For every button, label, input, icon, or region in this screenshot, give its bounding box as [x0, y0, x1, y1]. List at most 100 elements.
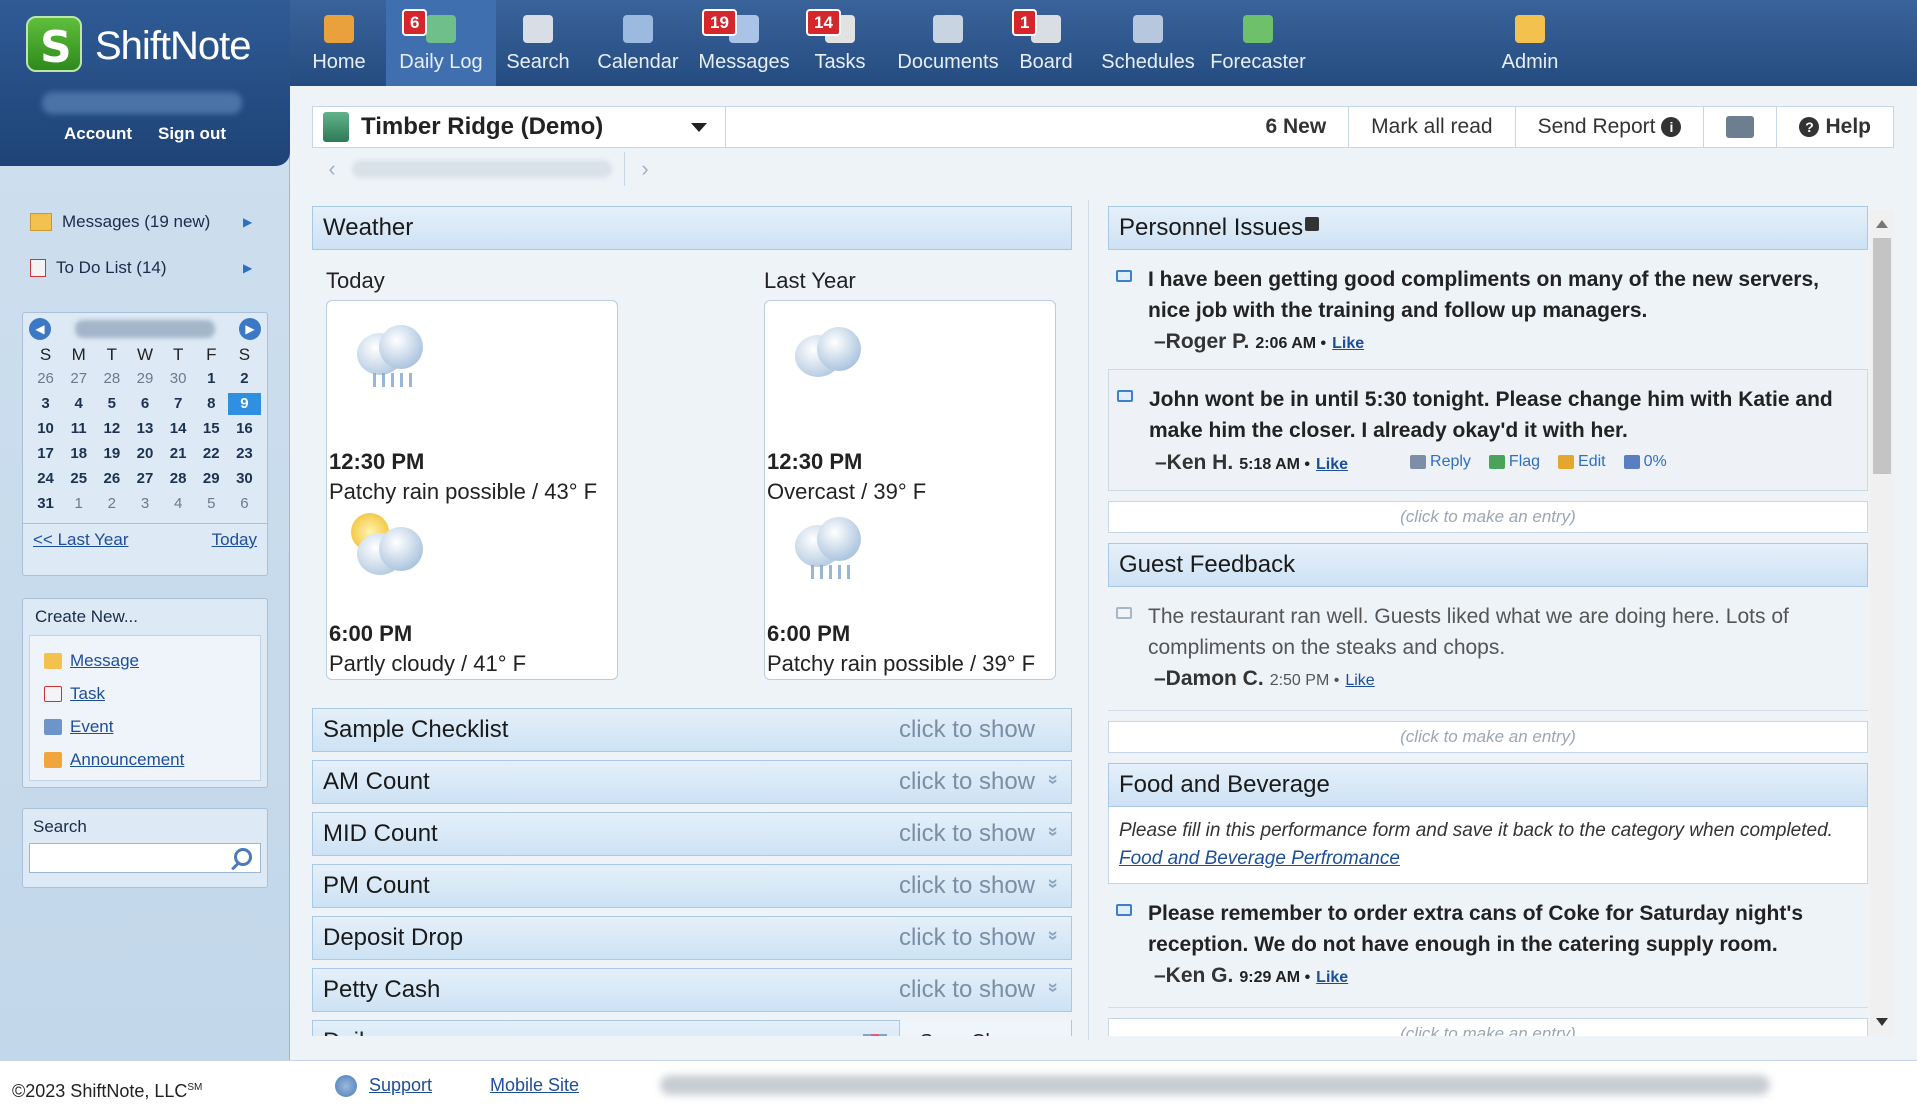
calendar-day[interactable]: 6	[128, 393, 161, 415]
expand-chevron-icon[interactable]: »	[1043, 826, 1064, 842]
sidebar-messages-link[interactable]: Messages (19 new)	[30, 212, 210, 232]
nav-tasks[interactable]: Tasks 14	[802, 0, 878, 86]
calendar-day[interactable]: 17	[29, 443, 62, 465]
help-button[interactable]: ? Help	[1777, 115, 1893, 139]
reply-button[interactable]: Reply	[1410, 446, 1471, 477]
nav-schedules[interactable]: Schedules	[1100, 0, 1196, 86]
account-link[interactable]: Account	[64, 124, 132, 144]
support-icon[interactable]	[335, 1075, 357, 1097]
calendar-day[interactable]: 21	[162, 443, 195, 465]
calendar-day[interactable]: 2	[95, 493, 128, 515]
like-link[interactable]: Like	[1316, 962, 1348, 993]
calendar-day[interactable]: 28	[162, 468, 195, 490]
expand-arrow-icon[interactable]: ▶	[243, 215, 252, 229]
calendar-day[interactable]: 4	[62, 393, 95, 415]
click-to-show[interactable]: click to show »	[899, 820, 1064, 848]
nav-documents[interactable]: Documents	[896, 0, 1000, 86]
calendar-day[interactable]: 6	[228, 493, 261, 515]
nav-admin[interactable]: Admin	[1490, 0, 1570, 86]
calendar-day[interactable]: 5	[195, 493, 228, 515]
create-announcement-link[interactable]: Announcement	[44, 743, 254, 776]
click-to-show[interactable]: click to show »	[899, 924, 1064, 952]
calendar-day[interactable]: 29	[195, 468, 228, 490]
mobile-site-link[interactable]: Mobile Site	[490, 1075, 579, 1096]
calendar-day[interactable]: 3	[29, 393, 62, 415]
calendar-day[interactable]: 4	[162, 493, 195, 515]
calendar-day[interactable]: 2	[228, 368, 261, 390]
weather-header[interactable]: Weather	[312, 206, 1072, 250]
calendar-day[interactable]: 13	[128, 418, 161, 440]
prev-month-icon[interactable]: ◀	[29, 318, 51, 340]
signout-link[interactable]: Sign out	[158, 124, 226, 144]
daily-section-header[interactable]: Daily Save Changes	[312, 1020, 1072, 1036]
click-to-show[interactable]: click to show »	[899, 768, 1064, 796]
nav-search[interactable]: Search	[496, 0, 580, 86]
today-link[interactable]: Today	[212, 530, 257, 550]
nav-calendar[interactable]: Calendar	[592, 0, 684, 86]
create-event-link[interactable]: Event	[44, 710, 254, 743]
create-task-link[interactable]: Task	[44, 677, 254, 710]
prev-day-icon[interactable]: ‹	[312, 156, 352, 182]
calendar-day[interactable]: 14	[162, 418, 195, 440]
make-entry-button[interactable]: (click to make an entry)	[1108, 720, 1868, 753]
search-icon[interactable]	[234, 848, 252, 866]
expand-chevron-icon[interactable]: »	[1043, 878, 1064, 894]
read-percent-button[interactable]: 0%	[1623, 446, 1667, 477]
calendar-day[interactable]: 8	[195, 393, 228, 415]
calendar-day[interactable]: 16	[228, 418, 261, 440]
section-deposit-drop[interactable]: Deposit Drop click to show »	[312, 916, 1072, 960]
calendar-day[interactable]: 1	[62, 493, 95, 515]
make-entry-button[interactable]: (click to make an entry)	[1108, 500, 1868, 533]
expand-chevron-icon[interactable]: »	[1043, 982, 1064, 998]
calendar-day[interactable]: 27	[128, 468, 161, 490]
personnel-issues-header[interactable]: Personnel Issues	[1108, 206, 1868, 250]
section-petty-cash[interactable]: Petty Cash click to show »	[312, 968, 1072, 1012]
calendar-day[interactable]: 9	[227, 393, 261, 415]
food-beverage-header[interactable]: Food and Beverage	[1108, 762, 1868, 807]
calendar-day[interactable]: 26	[29, 368, 62, 390]
click-to-show[interactable]: click to show »	[899, 872, 1064, 900]
calendar-day[interactable]: 30	[228, 468, 261, 490]
location-name[interactable]: Timber Ridge (Demo)	[361, 113, 691, 141]
calendar-day[interactable]: 18	[62, 443, 95, 465]
click-to-show[interactable]: click to show	[899, 716, 1061, 744]
calendar-day[interactable]: 23	[228, 443, 261, 465]
performance-form-link[interactable]: Food and Beverage Perfromance	[1119, 848, 1400, 869]
last-year-link[interactable]: << Last Year	[33, 530, 128, 550]
calendar-day[interactable]: 10	[29, 418, 62, 440]
support-link[interactable]: Support	[369, 1075, 432, 1096]
calendar-day[interactable]: 12	[95, 418, 128, 440]
calendar-day[interactable]: 3	[128, 493, 161, 515]
calendar-day[interactable]: 28	[95, 368, 128, 390]
calendar-day[interactable]: 19	[95, 443, 128, 465]
expand-arrow-icon[interactable]: ▶	[243, 261, 252, 275]
calendar-day[interactable]: 26	[95, 468, 128, 490]
calendar-day[interactable]: 25	[62, 468, 95, 490]
calendar-day[interactable]: 20	[128, 443, 161, 465]
calendar-day[interactable]: 1	[195, 368, 228, 390]
sidebar-search-input[interactable]	[29, 843, 261, 873]
new-count[interactable]: 6 New	[1243, 115, 1348, 139]
save-changes-button[interactable]: Save Changes	[898, 1020, 1071, 1036]
section-sample-checklist[interactable]: Sample Checklist click to show	[312, 708, 1072, 752]
calendar-day[interactable]: 5	[95, 393, 128, 415]
click-to-show[interactable]: click to show »	[899, 976, 1064, 1004]
calendar-day[interactable]: 31	[29, 493, 62, 515]
calendar-day[interactable]: 24	[29, 468, 62, 490]
make-entry-button[interactable]: (click to make an entry)	[1108, 1017, 1868, 1036]
nav-board[interactable]: Board 1	[1008, 0, 1084, 86]
scroll-down-icon[interactable]	[1876, 1018, 1888, 1026]
edit-button[interactable]: Edit	[1558, 446, 1606, 477]
guest-feedback-header[interactable]: Guest Feedback	[1108, 542, 1868, 587]
send-report-button[interactable]: Send Report i	[1516, 115, 1704, 139]
calendar-day[interactable]: 22	[195, 443, 228, 465]
nav-daily-log[interactable]: Daily Log 6	[386, 0, 496, 86]
section-am-count[interactable]: AM Count click to show »	[312, 760, 1072, 804]
nav-forecaster[interactable]: Forecaster	[1206, 0, 1310, 86]
section-pm-count[interactable]: PM Count click to show »	[312, 864, 1072, 908]
calendar-day[interactable]: 15	[195, 418, 228, 440]
sidebar-todo-link[interactable]: To Do List (14)	[30, 258, 167, 278]
next-day-icon[interactable]: ›	[625, 156, 665, 182]
calendar-day[interactable]: 27	[62, 368, 95, 390]
shiftnote-logo-icon[interactable]	[26, 16, 82, 73]
